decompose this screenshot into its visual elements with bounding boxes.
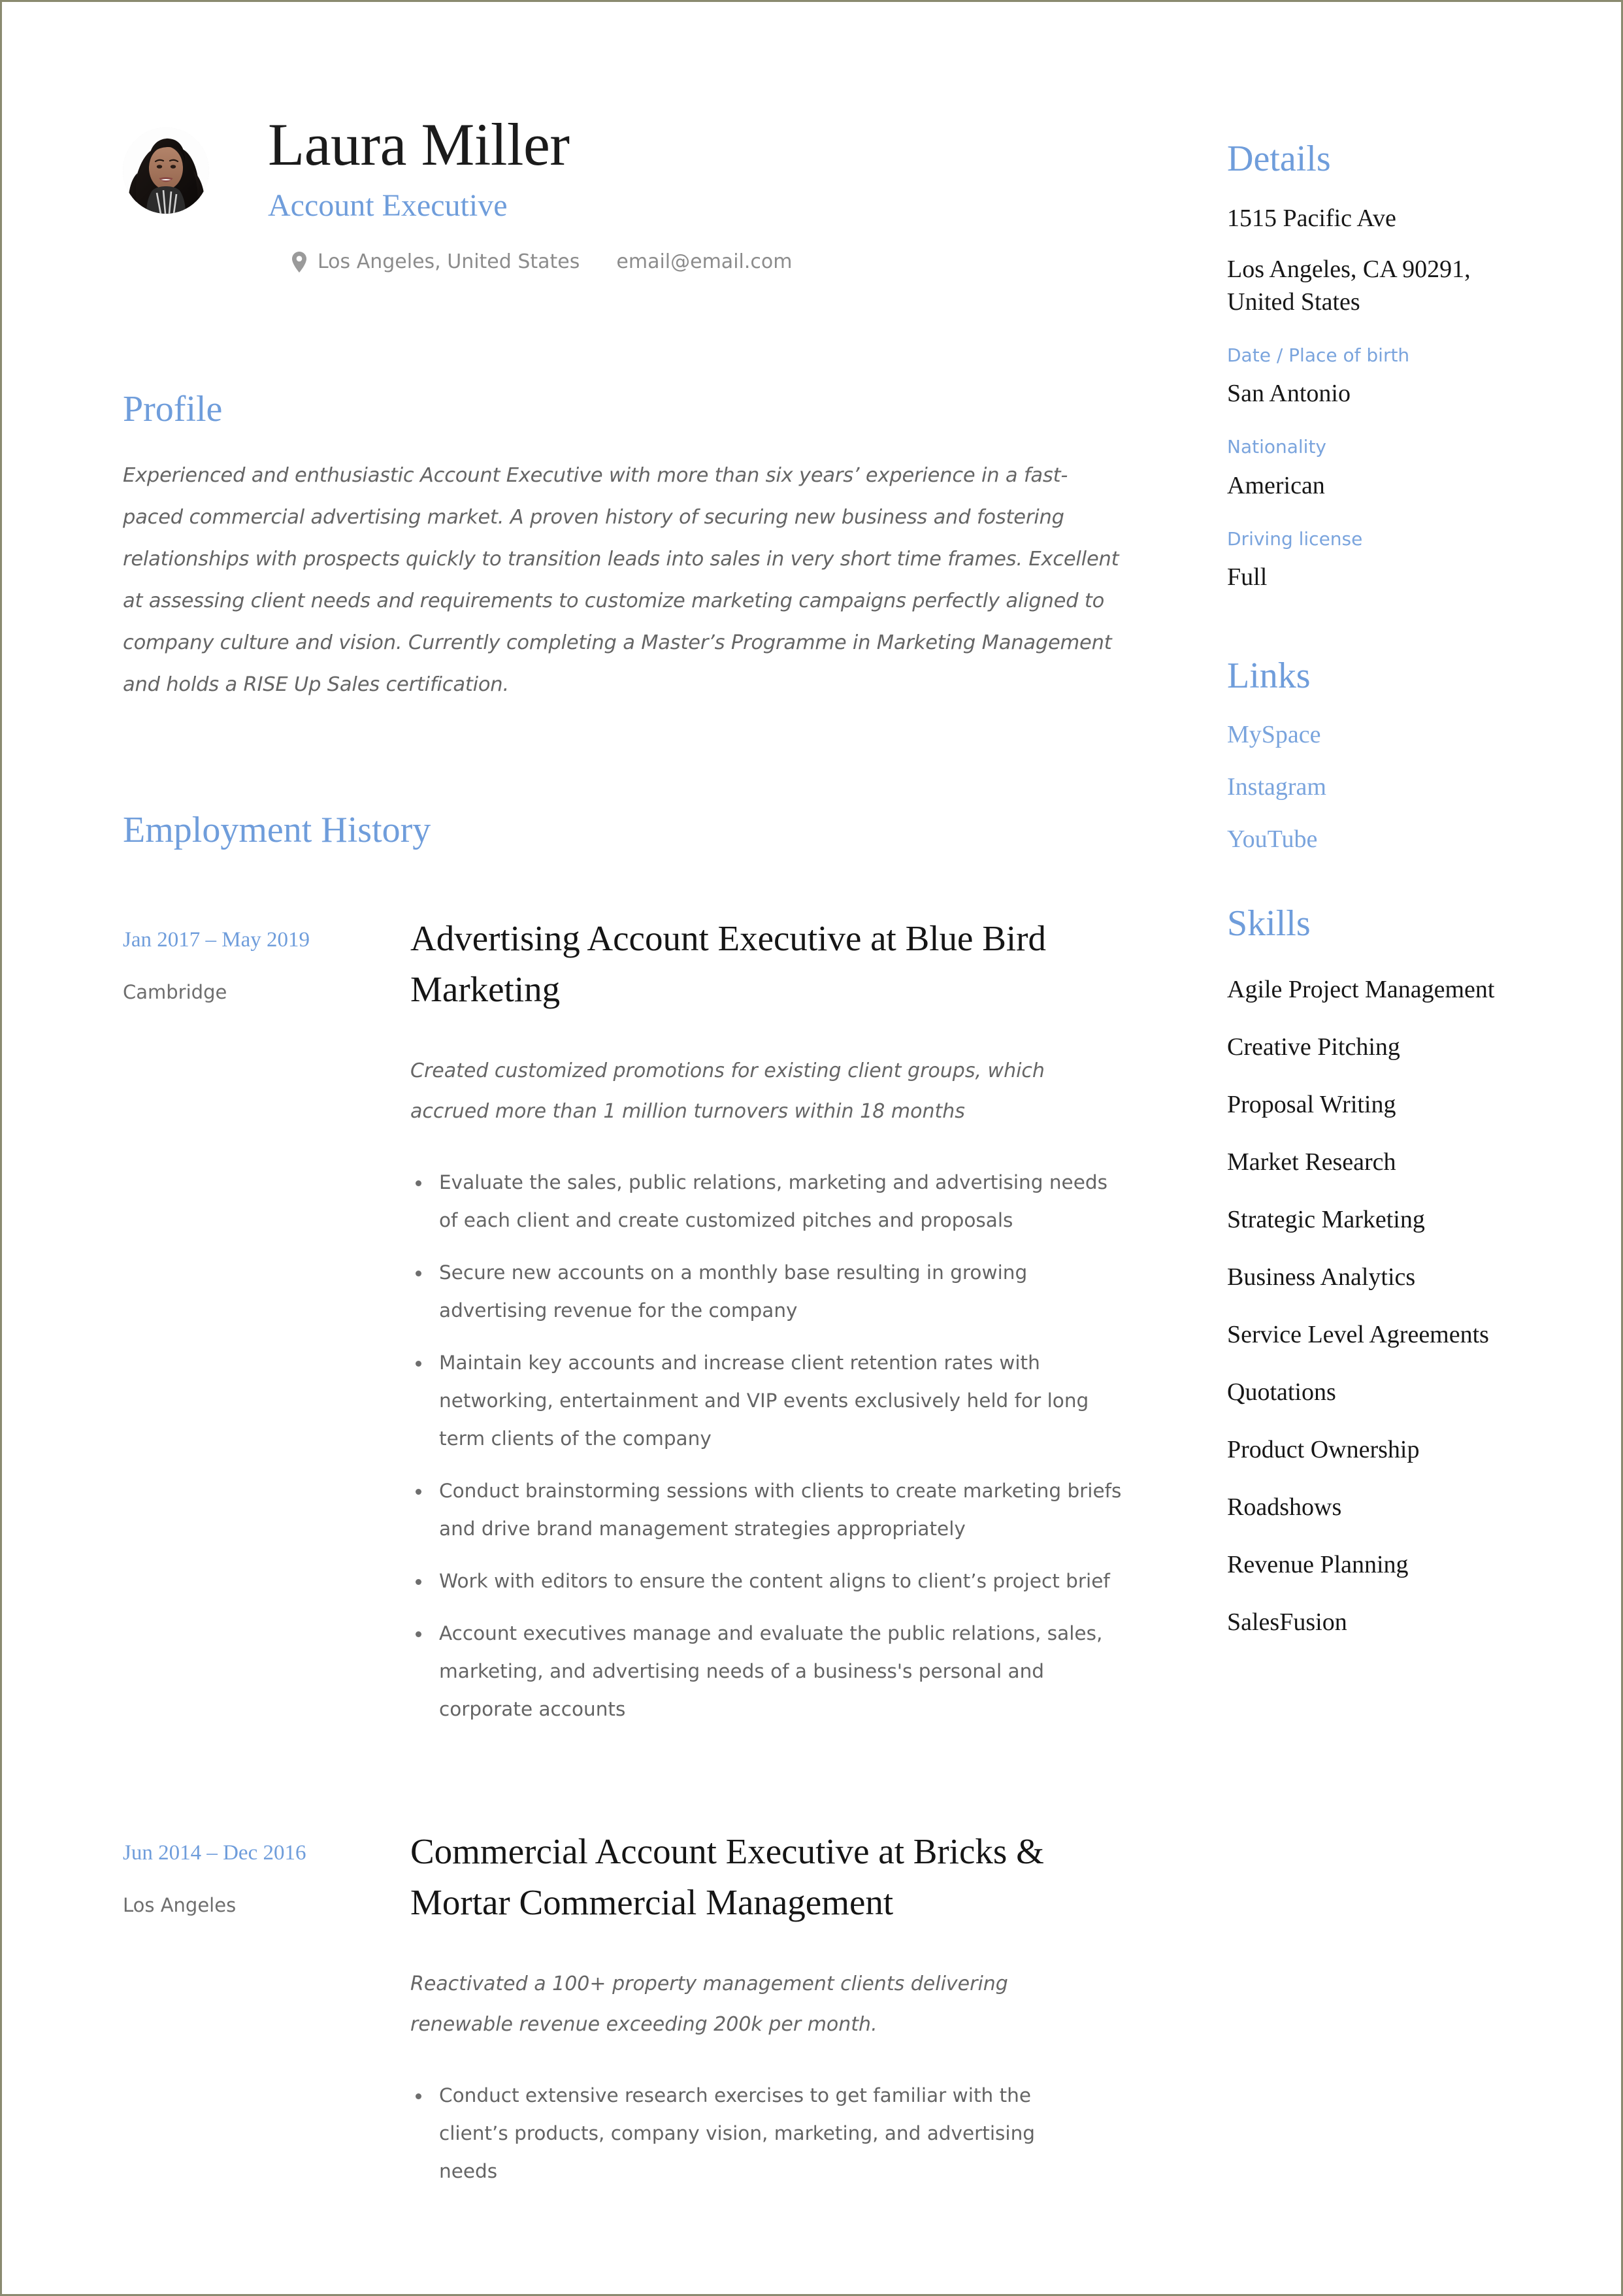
skill-item: Service Level Agreements xyxy=(1227,1320,1489,1348)
profile-section-title: Profile xyxy=(123,389,223,430)
employment-entry: Jun 2014 – Dec 2016 Los Angeles Commerci… xyxy=(123,1826,1149,2204)
list-item: Evaluate the sales, public relations, ma… xyxy=(410,1163,1132,1239)
skill-item: SalesFusion xyxy=(1227,1608,1347,1636)
employment-summary: Created customized promotions for existi… xyxy=(410,1059,1045,1123)
list-item: Conduct extensive research exercises to … xyxy=(410,2076,1092,2190)
avatar xyxy=(123,127,209,214)
employment-location: Cambridge xyxy=(123,980,227,1003)
contact-row: Los Angeles, United States email@email.c… xyxy=(292,250,792,273)
employment-body: Commercial Account Executive at Bricks &… xyxy=(410,1826,1149,2204)
details-license-value: Full xyxy=(1227,563,1268,591)
skill-item: Product Ownership xyxy=(1227,1435,1420,1463)
profile-section: Profile Experienced and enthusiastic Acc… xyxy=(123,390,1149,706)
details-nationality-label: Nationality xyxy=(1227,436,1327,458)
employment-bullet-list: Evaluate the sales, public relations, ma… xyxy=(410,1163,1149,1728)
links-section: Links MySpace Instagram YouTube xyxy=(1227,656,1534,853)
link-item-myspace[interactable]: MySpace xyxy=(1227,721,1534,749)
employment-meta: Jun 2014 – Dec 2016 Los Angeles xyxy=(123,1826,410,1916)
details-birth-value: San Antonio xyxy=(1227,380,1351,408)
profile-text: Experienced and enthusiastic Account Exe… xyxy=(123,463,1119,696)
skill-item: Proposal Writing xyxy=(1227,1090,1396,1118)
details-address-line1: 1515 Pacific Ave xyxy=(1227,204,1396,232)
details-section-title: Details xyxy=(1227,139,1331,179)
skill-item: Business Analytics xyxy=(1227,1263,1416,1291)
details-address-line2: Los Angeles, CA 90291, United States xyxy=(1227,255,1471,316)
employment-dates: Jun 2014 – Dec 2016 xyxy=(123,1841,306,1865)
page-title: Laura Miller xyxy=(268,111,570,178)
employment-body: Advertising Account Executive at Blue Bi… xyxy=(410,913,1149,1742)
sidebar: Details 1515 Pacific Ave Los Angeles, CA… xyxy=(1227,113,1534,1639)
header-text-block: Laura Miller Account Executive Los Angel… xyxy=(268,113,792,273)
skill-item: Revenue Planning xyxy=(1227,1550,1409,1578)
list-item: Account executives manage and evaluate t… xyxy=(410,1614,1132,1728)
employment-heading: Commercial Account Executive at Bricks &… xyxy=(410,1831,1044,1923)
skill-item: Strategic Marketing xyxy=(1227,1205,1425,1233)
skill-item: Roadshows xyxy=(1227,1493,1342,1521)
skill-item: Creative Pitching xyxy=(1227,1033,1400,1061)
list-item: Maintain key accounts and increase clien… xyxy=(410,1344,1132,1457)
skill-item: Quotations xyxy=(1227,1378,1336,1406)
links-section-title: Links xyxy=(1227,656,1311,697)
employment-location: Los Angeles xyxy=(123,1893,237,1916)
main-column: Laura Miller Account Executive Los Angel… xyxy=(123,113,1149,2204)
employment-section: Employment History Jan 2017 – May 2019 C… xyxy=(123,810,1149,2205)
resume-header: Laura Miller Account Executive Los Angel… xyxy=(123,113,1149,273)
employment-summary: Reactivated a 100+ property management c… xyxy=(410,1972,1008,2037)
link-item-youtube[interactable]: YouTube xyxy=(1227,825,1534,854)
skills-section: Skills Agile Project Management Creative… xyxy=(1227,904,1534,1639)
employment-dates: Jan 2017 – May 2019 xyxy=(123,928,310,952)
skill-item: Market Research xyxy=(1227,1148,1396,1176)
link-item-instagram[interactable]: Instagram xyxy=(1227,773,1534,801)
employment-heading: Advertising Account Executive at Blue Bi… xyxy=(410,918,1046,1010)
skills-section-title: Skills xyxy=(1227,903,1311,944)
details-nationality-value: American xyxy=(1227,471,1325,499)
employment-meta: Jan 2017 – May 2019 Cambridge xyxy=(123,913,410,1003)
details-birth-label: Date / Place of birth xyxy=(1227,344,1410,366)
contact-email[interactable]: email@email.com xyxy=(616,250,792,273)
list-item: Conduct brainstorming sessions with clie… xyxy=(410,1472,1132,1548)
details-section: Details 1515 Pacific Ave Los Angeles, CA… xyxy=(1227,139,1534,593)
details-license-label: Driving license xyxy=(1227,527,1363,550)
list-item: Secure new accounts on a monthly base re… xyxy=(410,1254,1132,1329)
skill-item: Agile Project Management xyxy=(1227,975,1495,1003)
job-title: Account Executive xyxy=(268,188,508,223)
resume-page: Laura Miller Account Executive Los Angel… xyxy=(0,0,1623,2296)
employment-entry: Jan 2017 – May 2019 Cambridge Advertisin… xyxy=(123,913,1149,1742)
employment-bullet-list: Conduct extensive research exercises to … xyxy=(410,2076,1149,2190)
list-item: Work with editors to ensure the content … xyxy=(410,1562,1132,1600)
location-pin-icon xyxy=(292,251,306,273)
employment-section-title: Employment History xyxy=(123,809,431,850)
contact-location: Los Angeles, United States xyxy=(318,250,580,274)
